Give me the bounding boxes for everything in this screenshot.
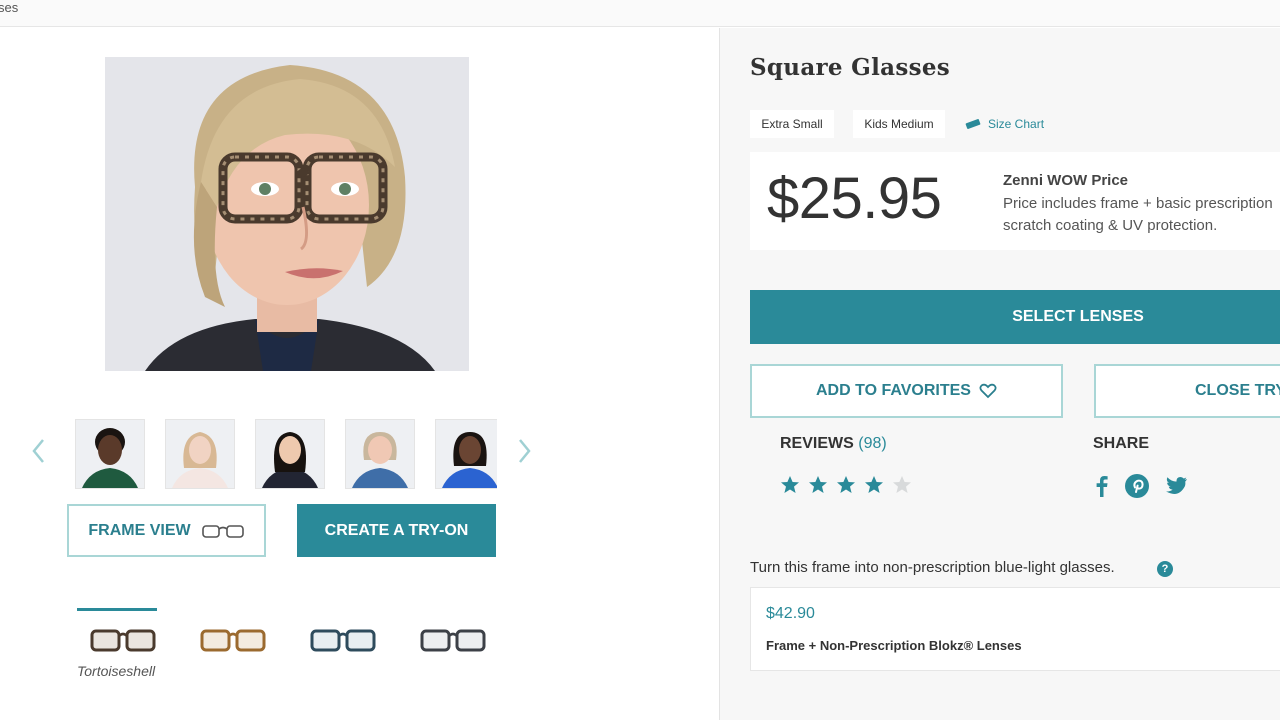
model-avatar [346, 420, 414, 488]
bluelight-option-card[interactable]: $42.90 Frame + Non-Prescription Blokz® L… [750, 587, 1280, 671]
color-swatch[interactable] [418, 625, 488, 655]
model-thumbnail[interactable] [345, 419, 415, 489]
main-product-image [105, 57, 469, 371]
product-price: $25.95 [767, 166, 942, 231]
reviews-label: REVIEWS [780, 435, 854, 452]
twitter-share-button[interactable] [1163, 473, 1189, 499]
glasses-swatch-icon [90, 629, 156, 652]
color-swatch[interactable] [198, 625, 268, 655]
glasses-swatch-icon [200, 629, 266, 652]
select-lenses-button[interactable]: SELECT LENSES [750, 290, 1280, 344]
color-swatch[interactable] [308, 625, 378, 655]
facebook-icon [1096, 476, 1108, 497]
add-to-favorites-button[interactable]: ADD TO FAVORITES [750, 364, 1063, 418]
bluelight-price: $42.90 [766, 605, 815, 622]
size-label: Extra Small [761, 117, 823, 131]
create-tryon-button[interactable]: CREATE A TRY-ON [297, 504, 496, 557]
close-try-label: CLOSE TRY [1195, 382, 1280, 399]
size-option-kids-medium[interactable]: Kids Medium [853, 110, 945, 138]
top-bar: ses [0, 0, 1280, 27]
bluelight-prompt: Turn this frame into non-prescription bl… [750, 559, 1115, 576]
heart-icon [979, 383, 997, 399]
model-avatar [256, 420, 324, 488]
star-filled-icon [837, 476, 855, 493]
size-chart-link[interactable]: Size Chart [965, 114, 1044, 134]
create-tryon-label: CREATE A TRY-ON [324, 521, 469, 539]
model-avatar [436, 420, 497, 488]
selected-color-indicator [77, 608, 157, 611]
frame-view-label: FRAME VIEW [88, 521, 191, 539]
model-avatar [76, 420, 144, 488]
size-option-extra-small[interactable]: Extra Small [750, 110, 834, 138]
twitter-icon [1166, 477, 1187, 494]
share-heading: SHARE [1093, 435, 1150, 452]
wow-desc-line: scratch coating & UV protection. [1003, 217, 1218, 234]
star-filled-icon [809, 476, 827, 493]
chevron-left-icon [32, 439, 44, 463]
ruler-icon [965, 119, 981, 129]
chevron-right-icon [519, 439, 531, 463]
model-portrait [105, 57, 469, 371]
breadcrumb[interactable]: ses [0, 0, 18, 15]
size-chart-label: Size Chart [988, 117, 1045, 131]
facebook-share-button[interactable] [1089, 473, 1115, 499]
glasses-swatch-icon [310, 629, 376, 652]
star-rating [780, 475, 912, 495]
reviews-heading[interactable]: REVIEWS (98) [780, 435, 887, 453]
glasses-icon [201, 524, 244, 538]
pinterest-share-button[interactable] [1124, 473, 1150, 499]
model-avatar [166, 420, 234, 488]
star-filled-icon [781, 476, 799, 493]
color-swatch[interactable] [88, 625, 158, 655]
help-icon[interactable]: ? [1157, 561, 1173, 577]
select-lenses-label: SELECT LENSES [1012, 308, 1144, 325]
star-empty-icon [893, 476, 911, 493]
model-thumbnail[interactable] [435, 419, 497, 489]
model-thumbnail[interactable] [255, 419, 325, 489]
model-thumbnail[interactable] [165, 419, 235, 489]
star-filled-icon [865, 476, 883, 493]
glasses-swatch-icon [420, 629, 486, 652]
wow-price-description: Price includes frame + basic prescriptio… [1003, 193, 1280, 237]
model-thumbnail[interactable] [75, 419, 145, 489]
reviews-count: (98) [858, 435, 887, 452]
gallery-next-button[interactable] [512, 436, 536, 466]
add-favorites-label: ADD TO FAVORITES [816, 382, 971, 399]
close-try-button[interactable]: CLOSE TRY [1094, 364, 1280, 418]
product-title: Square Glasses [750, 54, 951, 81]
bluelight-description: Frame + Non-Prescription Blokz® Lenses [766, 638, 1022, 653]
frame-view-button[interactable]: FRAME VIEW [67, 504, 266, 557]
pinterest-icon [1125, 474, 1149, 498]
wow-price-title: Zenni WOW Price [1003, 172, 1129, 189]
wow-desc-line: Price includes frame + basic prescriptio… [1003, 195, 1273, 212]
model-thumbnails [75, 419, 497, 489]
gallery-prev-button[interactable] [27, 436, 51, 466]
size-label: Kids Medium [864, 117, 934, 131]
selected-color-name: Tortoiseshell [77, 663, 156, 679]
